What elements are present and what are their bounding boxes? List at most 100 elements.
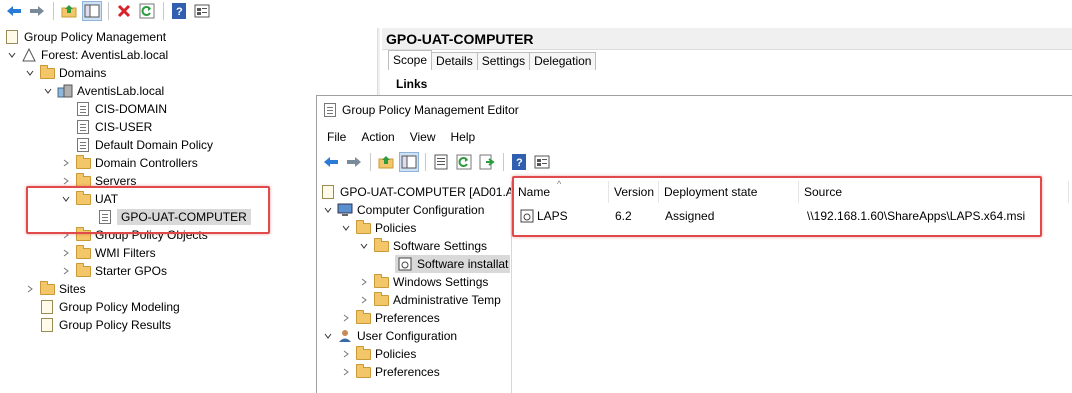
gpo-pane-title: GPO-UAT-COMPUTER xyxy=(386,31,534,47)
tree-item-cis-user[interactable]: CIS-USER xyxy=(75,118,152,136)
menu-file[interactable]: File xyxy=(327,130,346,144)
refresh-icon[interactable] xyxy=(137,1,157,21)
tree-item-computer-config[interactable]: Computer Configuration xyxy=(322,201,484,219)
chevron-down-icon[interactable] xyxy=(322,204,334,216)
tab-scope[interactable]: Scope xyxy=(388,50,433,70)
refresh-icon[interactable] xyxy=(454,152,474,172)
tree-item-domains[interactable]: Domains xyxy=(24,64,106,82)
properties-icon[interactable] xyxy=(431,152,451,172)
tree-label: CIS-DOMAIN xyxy=(95,102,167,116)
tree-item-domain-controllers[interactable]: Domain Controllers xyxy=(60,154,198,172)
forward-icon[interactable] xyxy=(27,1,47,21)
chevron-right-icon[interactable] xyxy=(60,157,72,169)
export-list-icon[interactable] xyxy=(477,152,497,172)
folder-icon xyxy=(75,154,91,171)
tree-item-windows-settings[interactable]: Windows Settings xyxy=(358,273,488,291)
back-icon[interactable] xyxy=(4,1,24,21)
tree-item-domain[interactable]: AventisLab.local xyxy=(42,82,164,100)
gpo-icon xyxy=(320,184,336,200)
tree-label: AventisLab.local xyxy=(77,84,165,98)
tree-label: Administrative Temp xyxy=(393,293,501,307)
properties-pane-icon[interactable] xyxy=(532,152,552,172)
tree-label: Preferences xyxy=(375,365,440,379)
tree-label: Sites xyxy=(59,282,86,296)
tree-label: Default Domain Policy xyxy=(95,138,214,152)
chevron-right-icon[interactable] xyxy=(340,348,352,360)
chevron-down-icon[interactable] xyxy=(24,67,36,79)
tree-label: Group Policy Modeling xyxy=(59,300,180,314)
delete-icon[interactable] xyxy=(114,1,134,21)
toolbar-separator xyxy=(108,2,109,20)
tree-label: Preferences xyxy=(375,311,440,325)
menu-action[interactable]: Action xyxy=(361,130,394,144)
tree-item-modeling[interactable]: Group Policy Modeling xyxy=(39,298,180,316)
toolbar-separator xyxy=(370,153,371,171)
tree-label: Windows Settings xyxy=(393,275,489,289)
folder-icon xyxy=(355,363,371,380)
back-icon[interactable] xyxy=(321,152,341,172)
tree-item-wmi-filters[interactable]: WMI Filters xyxy=(60,244,156,262)
forward-icon[interactable] xyxy=(344,152,364,172)
tab-settings[interactable]: Settings xyxy=(476,52,531,70)
chevron-right-icon[interactable] xyxy=(358,276,370,288)
chevron-right-icon[interactable] xyxy=(60,265,72,277)
chevron-down-icon[interactable] xyxy=(6,49,18,61)
results-icon xyxy=(39,317,55,333)
tree-label: User Configuration xyxy=(357,329,458,343)
tree-label: Software installat xyxy=(417,257,509,271)
folder-icon xyxy=(75,262,91,279)
menu-help[interactable]: Help xyxy=(451,130,476,144)
tree-item-software-settings[interactable]: Software Settings xyxy=(358,237,487,255)
folder-icon xyxy=(355,345,371,362)
tab-details[interactable]: Details xyxy=(431,52,478,70)
gpo-pane-header: GPO-UAT-COMPUTER xyxy=(382,28,1072,50)
gpme-title: Group Policy Management Editor xyxy=(342,103,519,117)
chevron-right-icon[interactable] xyxy=(24,283,36,295)
gpo-link-icon xyxy=(75,101,91,117)
chevron-right-icon[interactable] xyxy=(340,366,352,378)
tree-item-user-config[interactable]: User Configuration xyxy=(322,327,457,345)
up-folder-icon[interactable] xyxy=(59,1,79,21)
help-icon[interactable]: ? xyxy=(509,152,529,172)
domain-icon xyxy=(57,83,73,99)
gpme-tree: GPO-UAT-COMPUTER [AD01.AV Computer Confi… xyxy=(317,181,512,393)
tree-item-cis-domain[interactable]: CIS-DOMAIN xyxy=(75,100,167,118)
tree-item-gpo-root[interactable]: GPO-UAT-COMPUTER [AD01.AV xyxy=(320,183,511,201)
tree-item-user-policies[interactable]: Policies xyxy=(340,345,416,363)
chevron-right-icon[interactable] xyxy=(340,312,352,324)
tree-item-sites[interactable]: Sites xyxy=(24,280,86,298)
properties-icon[interactable] xyxy=(192,1,212,21)
help-icon[interactable]: ? xyxy=(169,1,189,21)
chevron-down-icon[interactable] xyxy=(42,85,54,97)
folder-icon xyxy=(75,244,91,261)
chevron-down-icon[interactable] xyxy=(340,222,352,234)
up-folder-icon[interactable] xyxy=(376,152,396,172)
tree-item-default-policy[interactable]: Default Domain Policy xyxy=(75,136,213,154)
tree-item-preferences[interactable]: Preferences xyxy=(340,309,440,327)
menu-view[interactable]: View xyxy=(410,130,436,144)
tree-item-starter-gpos[interactable]: Starter GPOs xyxy=(60,262,167,280)
tree-item-software-installation[interactable]: Software installat xyxy=(395,255,511,273)
tree-item-root[interactable]: Group Policy Management xyxy=(4,28,166,46)
tab-delegation[interactable]: Delegation xyxy=(529,52,597,70)
chevron-down-icon[interactable] xyxy=(322,330,334,342)
chevron-right-icon[interactable] xyxy=(60,247,72,259)
computer-icon xyxy=(337,202,353,218)
tree-item-policies[interactable]: Policies xyxy=(340,219,416,237)
tree-item-forest[interactable]: Forest: AventisLab.local xyxy=(6,46,168,64)
tree-item-user-preferences[interactable]: Preferences xyxy=(340,363,440,381)
pane-divider[interactable] xyxy=(377,28,380,95)
folder-icon xyxy=(373,291,389,308)
chevron-right-icon[interactable] xyxy=(358,294,370,306)
links-label: Links xyxy=(396,77,428,91)
chevron-down-icon[interactable] xyxy=(358,240,370,252)
tree-item-results[interactable]: Group Policy Results xyxy=(39,316,171,334)
show-hide-tree-icon[interactable] xyxy=(399,152,419,172)
gpme-titlebar: Group Policy Management Editor xyxy=(322,102,519,118)
tree-label: Policies xyxy=(375,221,417,235)
gpme-app-icon xyxy=(322,102,338,118)
user-icon xyxy=(337,328,353,344)
tree-item-admin-templates[interactable]: Administrative Temp xyxy=(358,291,501,309)
svg-text:?: ? xyxy=(176,6,183,18)
show-hide-tree-icon[interactable] xyxy=(82,1,102,21)
